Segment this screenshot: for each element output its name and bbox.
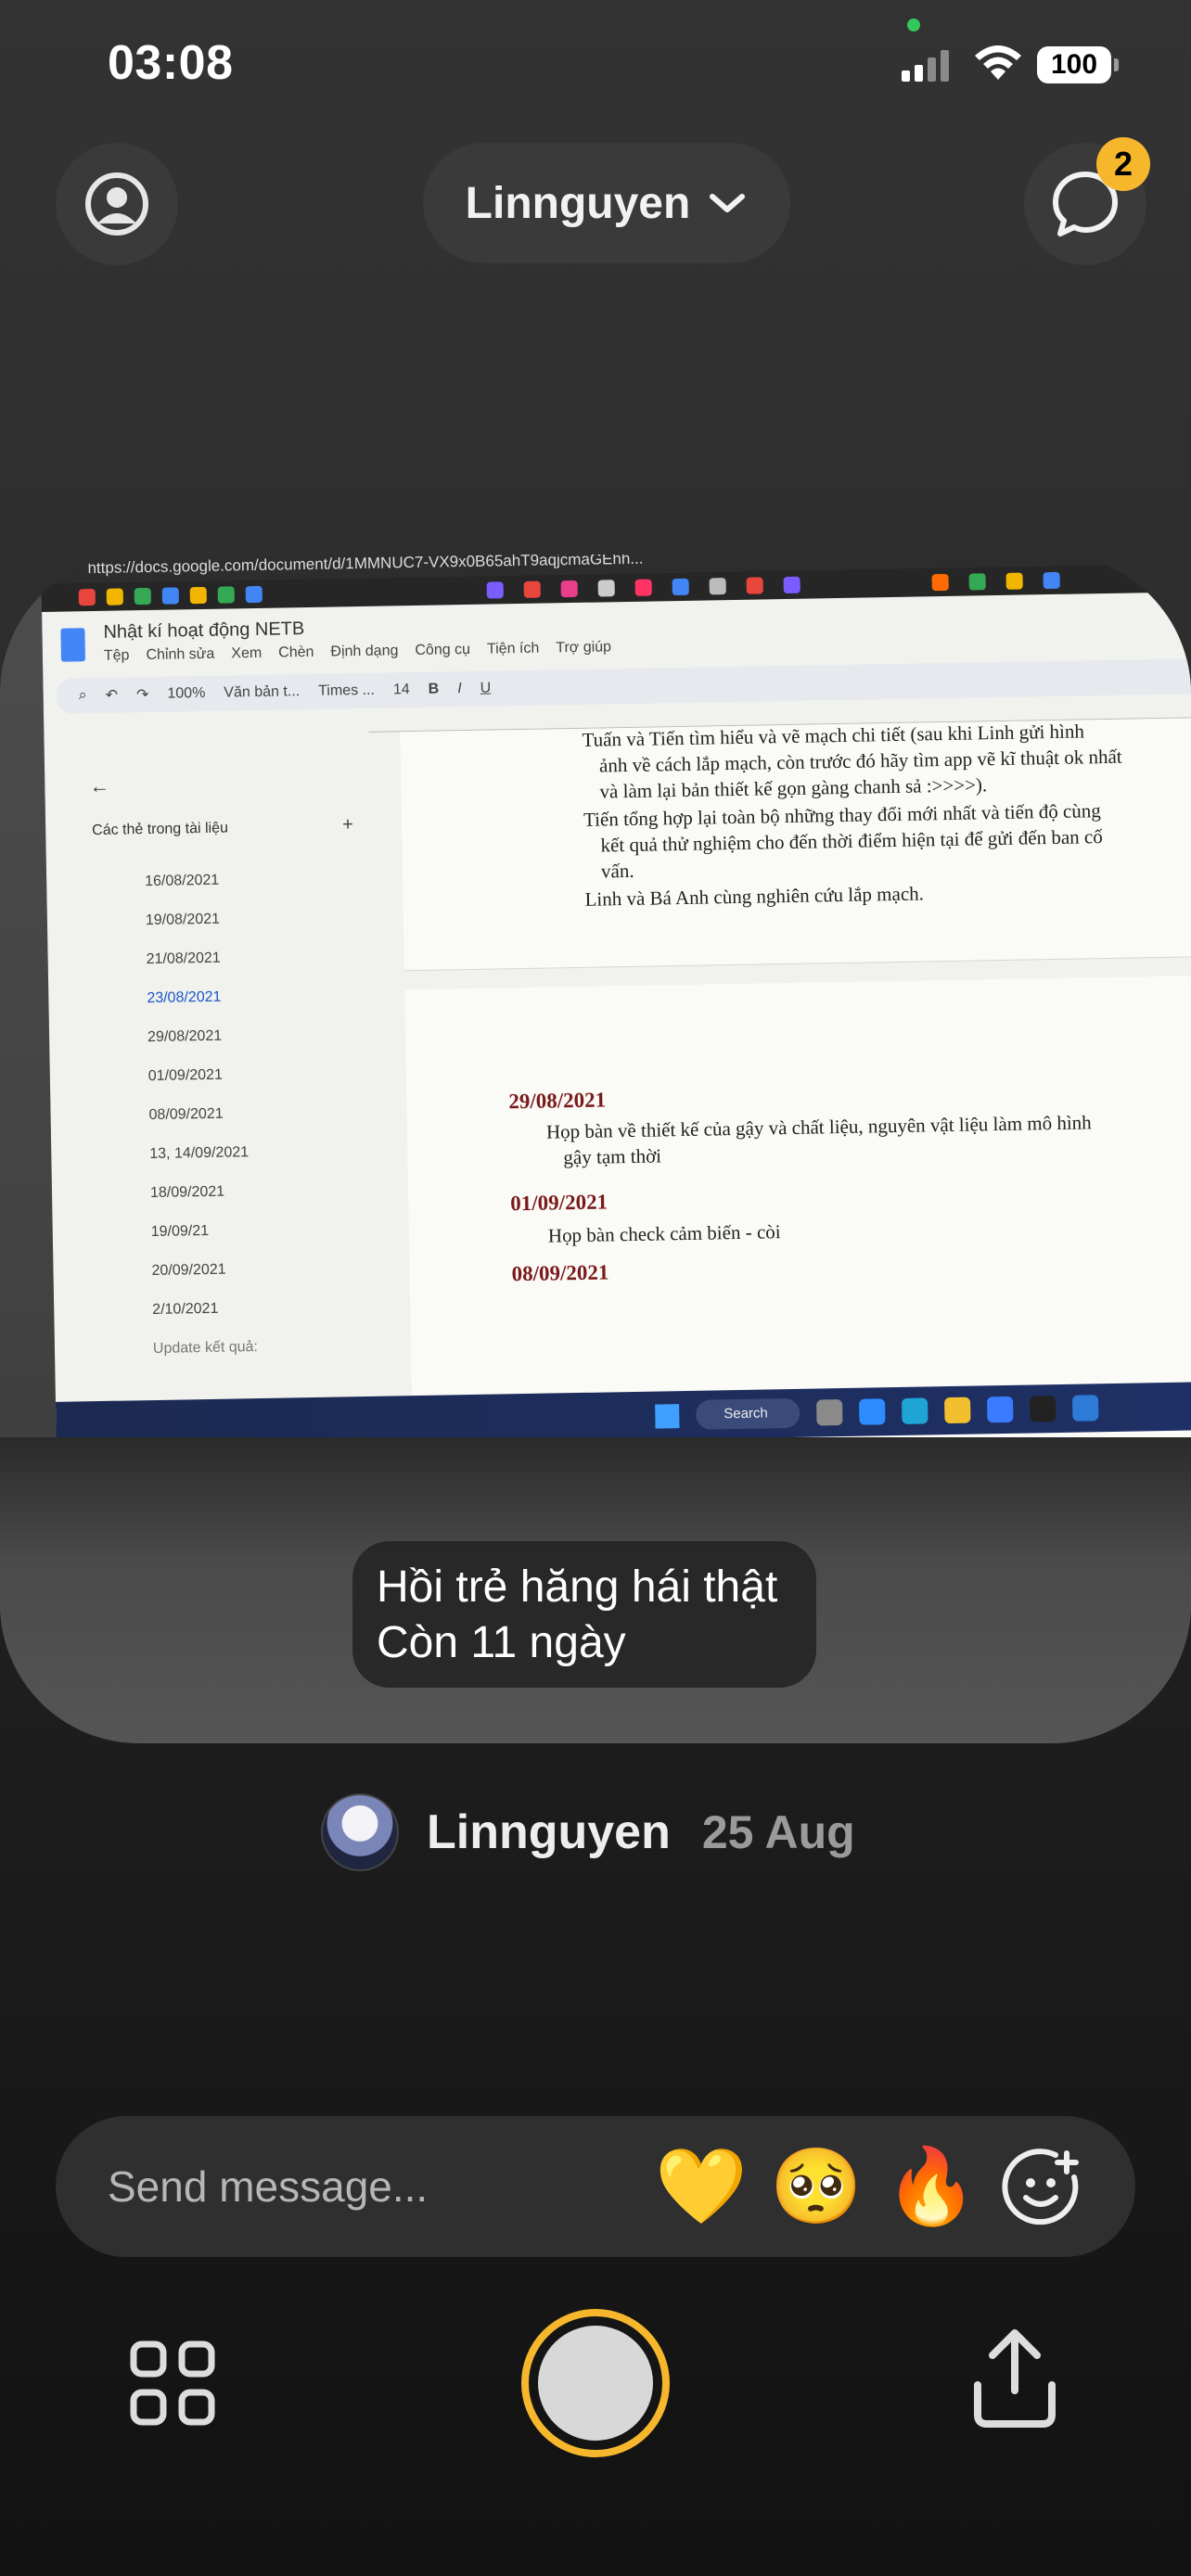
menu-item: Tệp (103, 647, 130, 664)
back-arrow-icon: ← (89, 773, 110, 798)
outline-item: 2/10/2021 (152, 1300, 219, 1319)
redo-icon: ↷ (135, 686, 149, 704)
author-name: Linnguyen (427, 1805, 671, 1859)
doc-outline-sidebar: ← Các thẻ trong tài liệu + 16/08/2021 19… (62, 733, 390, 1434)
windows-start-icon (655, 1404, 680, 1429)
outline-item: 29/08/2021 (147, 1027, 223, 1046)
italic-icon: I (457, 681, 462, 697)
messages-button[interactable]: 2 (1024, 137, 1150, 265)
google-docs-window: Nhật kí hoạt động NETB Tệp Chỉnh sửa Xem… (42, 592, 1191, 1454)
add-tab-icon: + (341, 814, 354, 835)
taskbar-search: Search (696, 1397, 800, 1430)
style-select: Văn bản t... (224, 683, 301, 701)
caption-line: Còn 11 ngày (377, 1618, 626, 1667)
doc-entry-date: 29/08/2021 (508, 1088, 607, 1114)
menu-item: Chèn (278, 644, 314, 661)
add-reaction-icon[interactable] (1000, 2146, 1083, 2229)
laptop-screen-photo: ⟳ https://docs.google.com/document/d/1MM… (41, 555, 1191, 1454)
post-date: 25 Aug (701, 1806, 855, 1858)
doc-menu-bar: Tệp Chỉnh sửa Xem Chèn Định dạng Công cụ… (104, 639, 611, 665)
caption-line: Hồi trẻ hăng hái thật (377, 1562, 778, 1612)
pleading-face-reaction-button[interactable]: 🥺 (770, 2142, 863, 2231)
doc-line: Họp bàn check cảm biến - còi (547, 1220, 781, 1247)
outline-title: Các thẻ trong tài liệu (92, 820, 229, 839)
profile-button[interactable] (56, 143, 178, 265)
outline-item: 08/09/2021 (148, 1105, 224, 1124)
search-icon: ⌕ (78, 687, 87, 704)
menu-item: Định dạng (330, 643, 399, 660)
reload-icon: ⟳ (63, 559, 77, 578)
doc-page: Tuấn và Tiến tìm hiểu và vẽ mạch chi tiế… (400, 717, 1191, 972)
outline-item: 19/09/21 (150, 1222, 210, 1241)
outline-item: Update kết quả: (152, 1339, 259, 1358)
doc-title: Nhật kí hoạt động NETB (103, 618, 305, 643)
app-icon (1030, 1396, 1057, 1422)
camera-shutter-button[interactable] (521, 2309, 670, 2457)
photo-caption: Hồi trẻ hăng hái thật Còn 11 ngày (352, 1541, 816, 1688)
grid-view-icon[interactable] (130, 2340, 215, 2426)
user-icon (85, 172, 148, 236)
file-explorer-icon (944, 1396, 971, 1424)
menu-item: Xem (231, 644, 263, 662)
outline-item: 23/08/2021 (147, 988, 222, 1007)
screen: 03:08 100 Linnguyen 2 ⟳ https://docs.goo… (0, 0, 1191, 2576)
fire-reaction-button[interactable]: 🔥 (885, 2142, 978, 2231)
doc-entry-date: 01/09/2021 (510, 1190, 608, 1216)
privacy-indicator (907, 19, 920, 32)
doc-entry-date: 08/09/2021 (511, 1260, 609, 1286)
task-view-icon (816, 1399, 843, 1426)
friend-selector[interactable]: Linnguyen (423, 143, 790, 263)
zalo-icon (859, 1398, 886, 1425)
doc-page: 29/08/2021 Họp bàn về thiết kế của gậy v… (404, 975, 1191, 1454)
doc-line: và làm lại bản thiết kế gọn gàng chanh s… (599, 773, 988, 803)
messenger-icon (987, 1396, 1014, 1423)
font-size: 14 (392, 682, 410, 698)
doc-line: gậy tạm thời (563, 1144, 662, 1169)
undo-icon: ↶ (105, 687, 119, 704)
outline-item: 01/09/2021 (147, 1066, 224, 1085)
unread-badge: 2 (1096, 137, 1150, 191)
docs-logo-icon (60, 628, 86, 662)
friend-selector-label: Linnguyen (465, 178, 691, 228)
doc-line: kết quả thử nghiệm cho đến thời điểm hiệ… (600, 825, 1103, 857)
doc-line: Linh và Bá Anh cùng nghiên cứu lắp mạch. (584, 882, 925, 911)
chevron-down-icon (710, 194, 746, 212)
outline-item: 13, 14/09/2021 (149, 1144, 250, 1163)
edge-icon (902, 1397, 928, 1424)
avatar (321, 1793, 399, 1871)
share-icon[interactable] (972, 2327, 1057, 2429)
outline-item: 20/09/2021 (151, 1261, 226, 1280)
menu-item: Trợ giúp (556, 639, 612, 657)
zoom-level: 100% (167, 684, 206, 702)
outline-item: 21/08/2021 (146, 950, 221, 968)
outline-item: 18/09/2021 (149, 1183, 225, 1202)
outline-item: 16/08/2021 (145, 872, 220, 890)
status-time: 03:08 (108, 36, 234, 90)
shutter-inner (538, 2326, 653, 2441)
doc-line: vấn. (600, 859, 634, 883)
menu-item: Tiện ích (486, 640, 540, 657)
battery-indicator: 100 (1037, 46, 1119, 83)
message-bar: 💛 🥺 🔥 (56, 2116, 1135, 2257)
menu-item: Chỉnh sửa (146, 645, 215, 664)
font-select: Times ... (318, 682, 376, 699)
bold-icon: B (428, 681, 440, 697)
wifi-icon (975, 45, 1021, 80)
post-author[interactable]: Linnguyen 25 Aug (321, 1793, 855, 1871)
heart-reaction-button[interactable]: 💛 (655, 2142, 748, 2231)
underline-icon: U (480, 680, 492, 696)
message-input[interactable] (108, 2159, 627, 2214)
cellular-signal-icon (902, 48, 949, 82)
menu-item: Công cụ (415, 641, 471, 658)
doc-line: Họp bàn về thiết kế của gậy và chất liệu… (545, 1111, 1092, 1143)
outline-item: 19/08/2021 (145, 911, 221, 929)
vscode-icon (1071, 1395, 1099, 1422)
